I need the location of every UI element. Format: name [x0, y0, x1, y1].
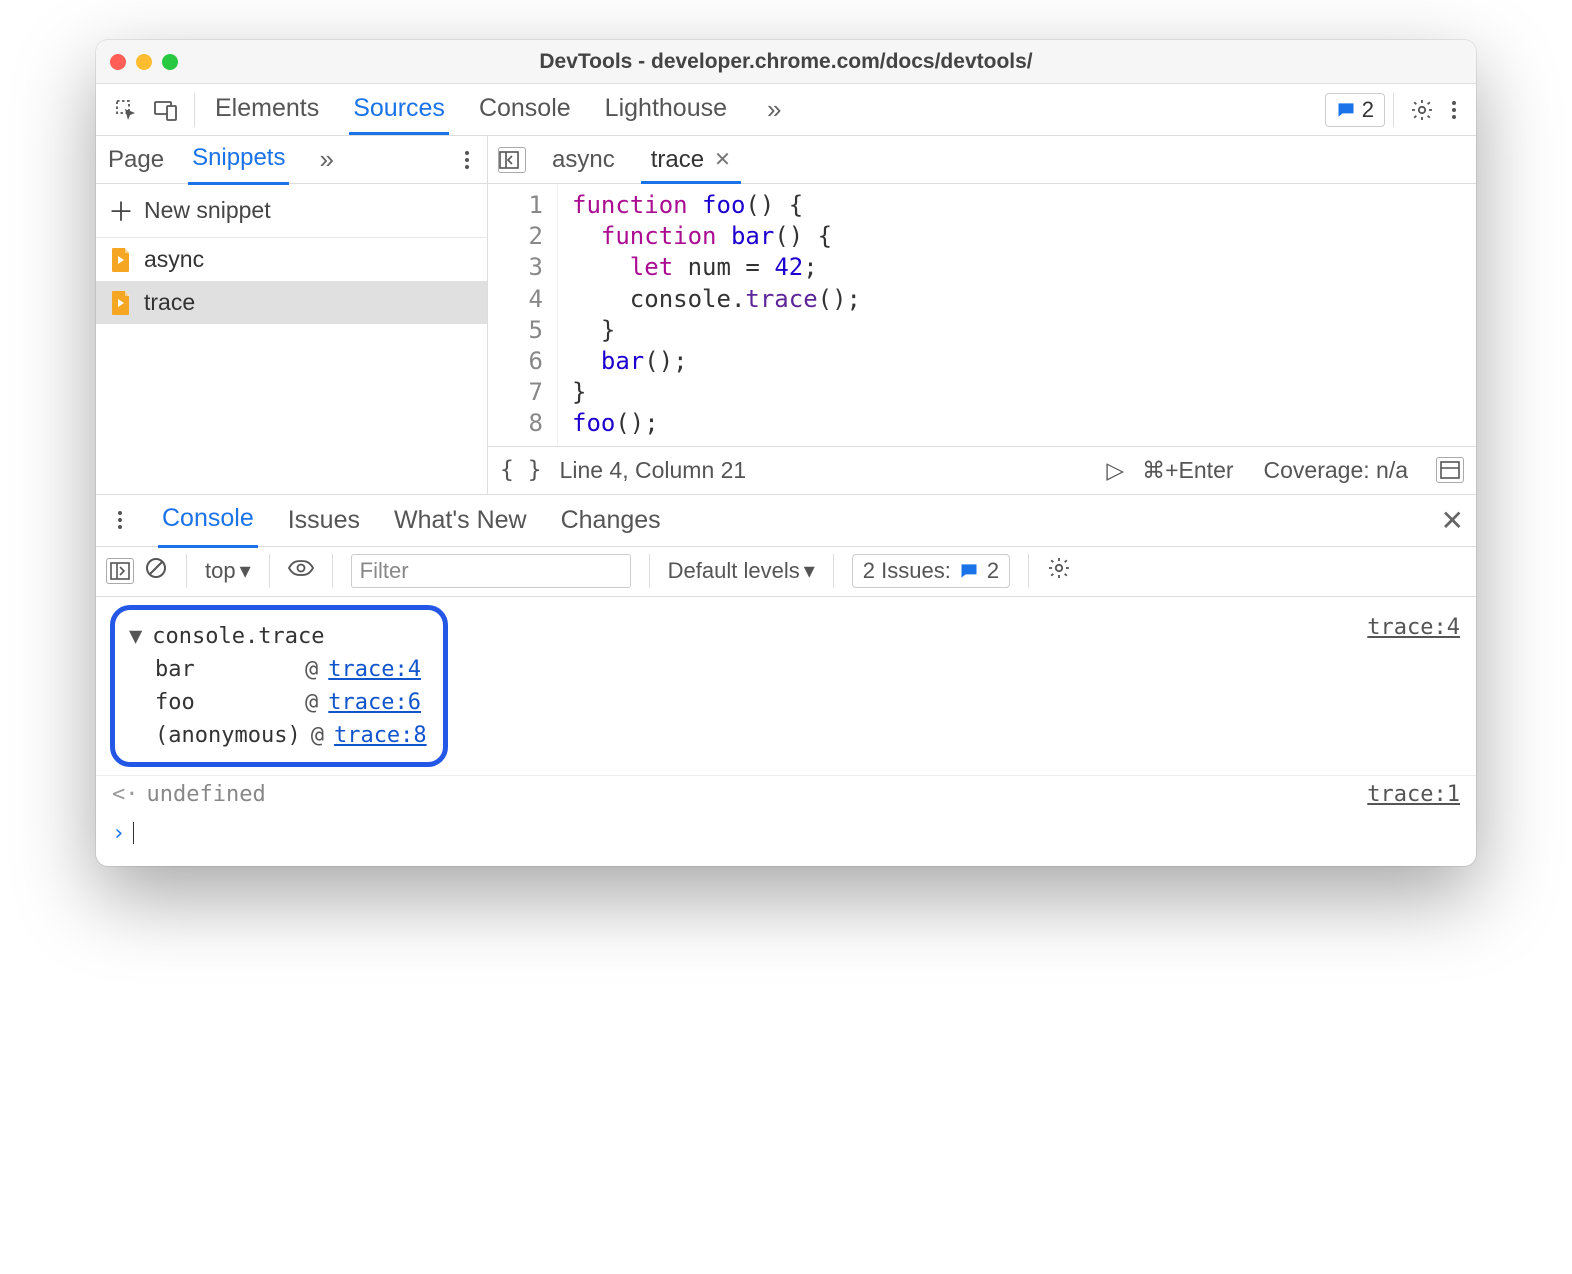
- snippet-name: async: [144, 246, 204, 273]
- console-prompt[interactable]: ›: [96, 813, 1476, 866]
- main-tabs: Elements Sources Console Lighthouse »: [211, 84, 781, 135]
- clear-console-icon[interactable]: [144, 556, 168, 586]
- navigator-more-icon[interactable]: »: [319, 144, 333, 175]
- navigator-tab-page[interactable]: Page: [104, 136, 168, 184]
- cursor-position: Line 4, Column 21: [560, 457, 747, 484]
- issues-link[interactable]: 2 Issues: 2: [852, 554, 1010, 588]
- navigator-tab-snippets[interactable]: Snippets: [188, 134, 289, 185]
- drawer-tab-changes[interactable]: Changes: [557, 494, 665, 547]
- live-expression-icon[interactable]: [288, 558, 314, 584]
- navigator-pane: Page Snippets » ＋ New snippet async: [96, 136, 488, 494]
- stack-frame-fn: foo: [155, 690, 295, 715]
- snippet-item-trace[interactable]: trace: [96, 281, 487, 324]
- toggle-navigator-icon[interactable]: [498, 147, 526, 173]
- stack-trace-highlighted: ▼ console.trace bar @ trace:4 foo @ trac…: [110, 605, 448, 767]
- snippet-list: async trace: [96, 238, 487, 494]
- plus-icon: ＋: [108, 192, 134, 229]
- maximize-window-button[interactable]: [162, 54, 178, 70]
- run-hint: ⌘+Enter: [1142, 457, 1233, 484]
- device-toolbar-icon[interactable]: [146, 90, 186, 130]
- snippet-file-icon: [110, 247, 132, 273]
- snippet-name: trace: [144, 289, 195, 316]
- stack-frame-link[interactable]: trace:6: [328, 690, 421, 715]
- chevron-down-icon: ▾: [240, 558, 251, 584]
- drawer-tabs: Console Issues What's New Changes ✕: [96, 495, 1476, 547]
- code-content: function foo() { function bar() { let nu…: [558, 184, 861, 446]
- tab-console[interactable]: Console: [475, 84, 575, 135]
- tab-lighthouse[interactable]: Lighthouse: [601, 84, 731, 135]
- prompt-chevron-icon: ›: [112, 821, 125, 846]
- navigator-kebab-icon[interactable]: [455, 140, 479, 180]
- window-controls: [110, 54, 178, 70]
- new-snippet-button[interactable]: ＋ New snippet: [96, 184, 487, 238]
- filter-input[interactable]: Filter: [351, 554, 631, 588]
- drawer-tab-whatsnew[interactable]: What's New: [390, 494, 531, 547]
- chevron-down-icon: ▾: [804, 558, 815, 584]
- cursor-caret: [133, 822, 134, 844]
- editor-tab-async[interactable]: async: [542, 136, 625, 184]
- close-tab-icon[interactable]: ✕: [714, 147, 731, 172]
- undefined-value: undefined: [147, 782, 266, 807]
- close-window-button[interactable]: [110, 54, 126, 70]
- inspect-element-icon[interactable]: [106, 90, 146, 130]
- window-title: DevTools - developer.chrome.com/docs/dev…: [539, 50, 1032, 74]
- line-gutter: 12345678: [488, 184, 558, 446]
- settings-icon[interactable]: [1402, 90, 1442, 130]
- message-source-link[interactable]: trace:4: [1367, 597, 1476, 640]
- titlebar: DevTools - developer.chrome.com/docs/dev…: [96, 40, 1476, 84]
- trace-header: console.trace: [152, 624, 324, 649]
- tab-elements[interactable]: Elements: [211, 84, 323, 135]
- log-levels-selector[interactable]: Default levels ▾: [668, 558, 815, 584]
- snippet-file-icon: [110, 290, 132, 316]
- editor-tabs: async trace ✕: [488, 136, 1476, 184]
- console-message-trace: ▼ console.trace bar @ trace:4 foo @ trac…: [96, 597, 1476, 775]
- console-settings-icon[interactable]: [1047, 556, 1071, 586]
- kebab-menu-icon[interactable]: [1442, 90, 1466, 130]
- navigator-tabs: Page Snippets »: [96, 136, 487, 184]
- editor-pane: async trace ✕ 12345678 function foo() { …: [488, 136, 1476, 494]
- main-toolbar: Elements Sources Console Lighthouse » 2: [96, 84, 1476, 136]
- console-sidebar-toggle-icon[interactable]: [106, 558, 134, 584]
- stack-frame-fn: bar: [155, 657, 295, 682]
- code-editor[interactable]: 12345678 function foo() { function bar()…: [488, 184, 1476, 446]
- console-message-result: <· undefined trace:1: [96, 775, 1476, 813]
- editor-tab-trace[interactable]: trace ✕: [641, 136, 741, 184]
- minimize-window-button[interactable]: [136, 54, 152, 70]
- run-snippet-icon[interactable]: ▷: [1106, 457, 1124, 484]
- devtools-window: DevTools - developer.chrome.com/docs/dev…: [96, 40, 1476, 866]
- toggle-sidebar-icon[interactable]: [1436, 457, 1464, 483]
- snippet-item-async[interactable]: async: [96, 238, 487, 281]
- pretty-print-icon[interactable]: { }: [500, 457, 542, 483]
- more-tabs-icon[interactable]: »: [767, 94, 781, 125]
- new-snippet-label: New snippet: [144, 197, 271, 224]
- return-arrow-icon: <·: [112, 782, 139, 807]
- stack-frame-link[interactable]: trace:8: [334, 723, 427, 748]
- issues-indicator[interactable]: 2: [1325, 93, 1385, 127]
- close-drawer-icon[interactable]: ✕: [1441, 504, 1464, 537]
- stack-frame-link[interactable]: trace:4: [328, 657, 421, 682]
- execution-context-selector[interactable]: top ▾: [205, 558, 251, 584]
- coverage-status: Coverage: n/a: [1264, 457, 1408, 484]
- drawer-tab-console[interactable]: Console: [158, 492, 258, 548]
- drawer-tab-issues[interactable]: Issues: [284, 494, 364, 547]
- drawer-kebab-icon[interactable]: [108, 500, 132, 540]
- issues-count: 2: [1362, 97, 1374, 123]
- tab-sources[interactable]: Sources: [349, 84, 449, 135]
- console-toolbar: top ▾ Filter Default levels ▾ 2 Issues: …: [96, 547, 1476, 597]
- sources-panel: Page Snippets » ＋ New snippet async: [96, 136, 1476, 495]
- disclosure-triangle-icon[interactable]: ▼: [129, 624, 142, 649]
- editor-status-bar: { } Line 4, Column 21 ▷ ⌘+Enter Coverage…: [488, 446, 1476, 494]
- stack-frame-fn: (anonymous): [155, 723, 301, 748]
- message-source-link[interactable]: trace:1: [1367, 782, 1460, 807]
